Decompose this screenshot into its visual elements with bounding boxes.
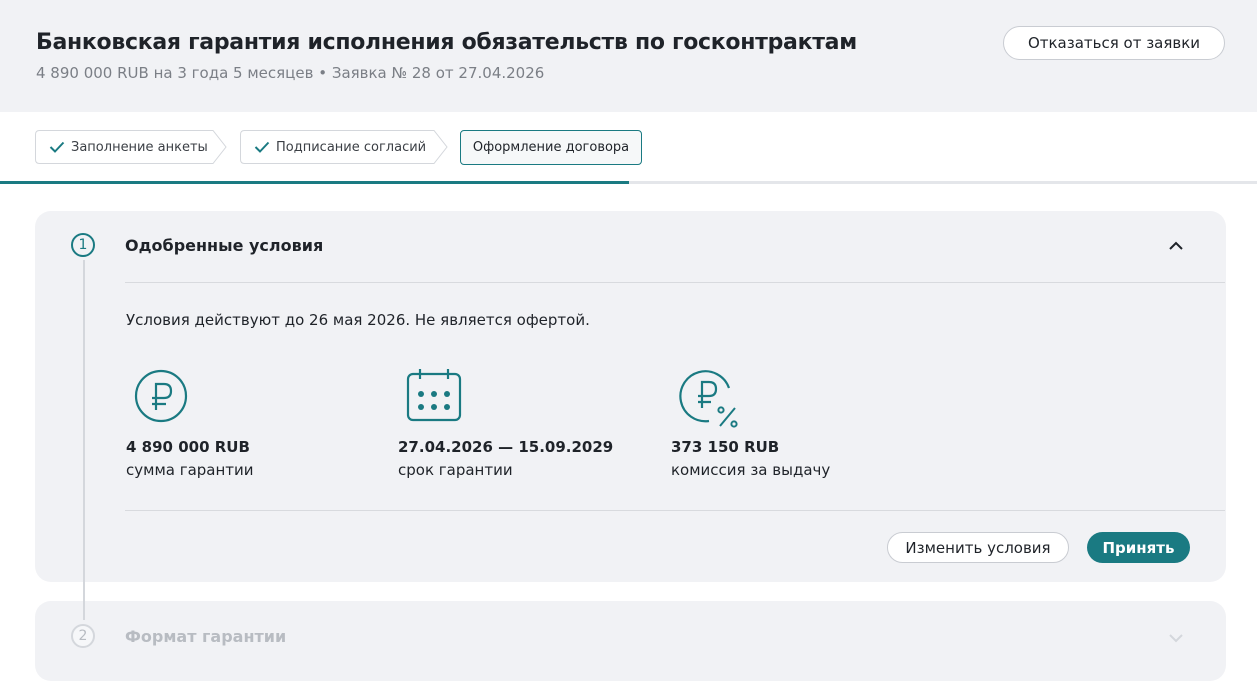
step-label: Оформление договора — [472, 140, 630, 155]
step-contract[interactable]: Оформление договора — [460, 130, 642, 165]
step-label: Заполнение анкеты — [71, 139, 208, 155]
section-title: Формат гарантии — [125, 627, 287, 646]
term-issue-commission: 373 150 RUB комиссия за выдачу — [671, 368, 830, 479]
term-guarantee-period: 27.04.2026 — 15.09.2029 срок гарантии — [398, 368, 613, 479]
decline-application-button[interactable]: Отказаться от заявки — [1003, 26, 1225, 60]
term-label: срок гарантии — [398, 461, 513, 479]
term-guarantee-amount: 4 890 000 RUB сумма гарантии — [126, 368, 254, 479]
term-value: 373 150 RUB — [671, 438, 780, 456]
validity-note: Условия действуют до 26 мая 2026. Не явл… — [126, 311, 590, 329]
timeline-line — [83, 260, 85, 620]
section-number-badge: 1 — [71, 233, 95, 257]
step-consents[interactable]: Подписание согласий — [240, 130, 448, 164]
term-value: 4 890 000 RUB — [126, 438, 250, 456]
progress-stepper: Заполнение анкеты Подписание согласий Оф… — [0, 112, 1257, 186]
step-questionnaire[interactable]: Заполнение анкеты — [35, 130, 227, 164]
term-label: сумма гарантии — [126, 461, 254, 479]
section-number-badge: 2 — [71, 624, 95, 648]
progress-bar — [0, 181, 1257, 184]
page-subtitle: 4 890 000 RUB на 3 года 5 месяцев • Заяв… — [36, 64, 545, 82]
divider — [125, 282, 1225, 283]
calendar-icon — [406, 369, 462, 422]
chevron-up-icon[interactable] — [1167, 240, 1185, 252]
term-value: 27.04.2026 — 15.09.2029 — [398, 438, 614, 456]
progress-fill — [0, 181, 629, 184]
term-label: комиссия за выдачу — [671, 461, 831, 479]
page-title: Банковская гарантия исполнения обязатель… — [36, 30, 857, 55]
section-approved-terms — [35, 211, 1226, 582]
change-terms-button[interactable]: Изменить условия — [887, 532, 1069, 563]
ruble-percent-icon — [679, 370, 738, 428]
step-label: Подписание согласий — [276, 139, 427, 155]
check-icon — [49, 141, 65, 153]
chevron-down-icon[interactable] — [1167, 632, 1185, 644]
check-icon — [254, 141, 270, 153]
page-header: Банковская гарантия исполнения обязатель… — [0, 0, 1257, 112]
section-title: Одобренные условия — [125, 236, 324, 255]
accept-button[interactable]: Принять — [1087, 532, 1190, 563]
divider — [125, 510, 1225, 511]
ruble-icon — [134, 369, 188, 423]
